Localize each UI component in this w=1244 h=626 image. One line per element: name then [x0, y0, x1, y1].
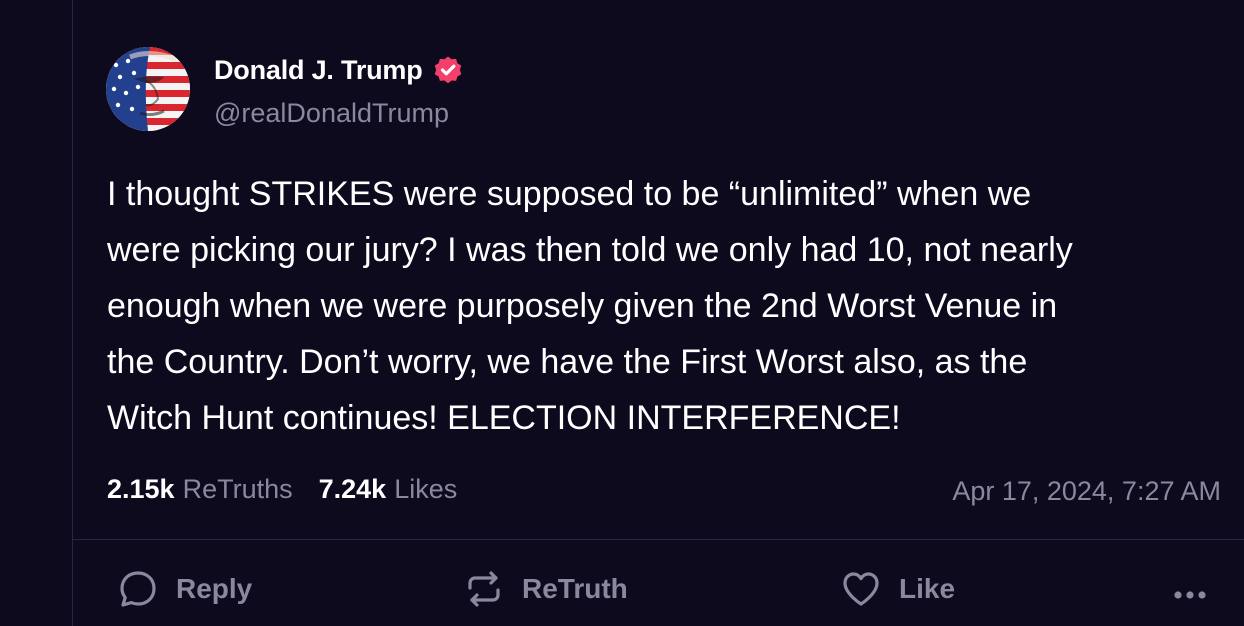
- author-handle[interactable]: @realDonaldTrump: [214, 98, 449, 129]
- reply-button[interactable]: Reply: [118, 566, 252, 612]
- post-stats: 2.15k ReTruths 7.24k Likes: [107, 474, 457, 505]
- post-timestamp[interactable]: Apr 17, 2024, 7:27 AM: [952, 476, 1221, 507]
- truth-post: Donald J. Trump @realDonaldTrump I thoug…: [73, 0, 1244, 626]
- post-text: I thought STRIKES were supposed to be “u…: [107, 175, 1073, 437]
- like-button[interactable]: Like: [841, 566, 955, 612]
- likes-count[interactable]: 7.24k: [319, 474, 387, 505]
- avatar[interactable]: [106, 47, 190, 131]
- retruth-label: ReTruth: [522, 573, 628, 604]
- retruth-button[interactable]: ReTruth: [464, 566, 628, 612]
- avatar-image: [106, 47, 190, 131]
- verified-badge-icon: [434, 56, 461, 84]
- retruth-arrows-icon: [468, 571, 500, 607]
- like-label: Like: [899, 573, 956, 604]
- action-divider: [73, 539, 1244, 540]
- likes-label[interactable]: Likes: [394, 474, 457, 505]
- author-display-name[interactable]: Donald J. Trump: [214, 55, 423, 86]
- reply-label: Reply: [176, 573, 253, 604]
- retruths-count[interactable]: 2.15k: [107, 474, 175, 505]
- author-name-row[interactable]: Donald J. Trump: [214, 54, 464, 86]
- heart-icon: [843, 572, 879, 606]
- reply-bubble-icon: [120, 571, 156, 607]
- more-options-button[interactable]: [1170, 572, 1210, 618]
- retruths-label[interactable]: ReTruths: [183, 474, 293, 505]
- more-dots-icon: [1174, 591, 1206, 599]
